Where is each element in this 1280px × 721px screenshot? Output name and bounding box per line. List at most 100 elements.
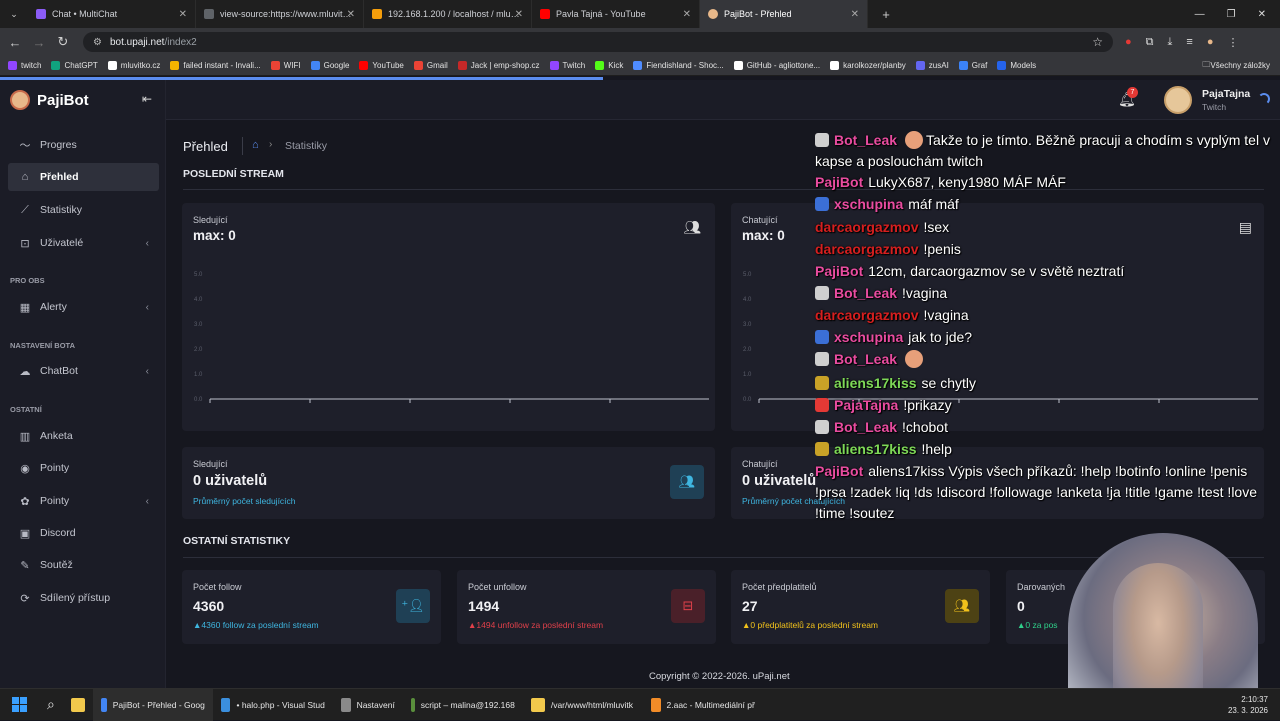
- bookmark-item[interactable]: ChatGPT: [51, 61, 98, 70]
- clock-date: 23. 3. 2026: [1227, 705, 1268, 715]
- taskbar-clock[interactable]: 2:10:37 23. 3. 2026: [1228, 694, 1280, 716]
- media-icon[interactable]: ≡: [1186, 36, 1192, 49]
- taskbar-app[interactable]: 2.aac - Multimediální př: [643, 689, 763, 721]
- bookmark-item[interactable]: YouTube: [359, 61, 404, 70]
- bookmark-favicon-icon: [310, 61, 320, 70]
- chat-badge-icon: [815, 330, 829, 344]
- bookmark-star-icon[interactable]: ☆: [1092, 35, 1103, 49]
- user-name[interactable]: PajaTajna: [1202, 88, 1250, 100]
- bookmark-favicon-icon: [51, 61, 61, 70]
- brand[interactable]: PajiBot: [10, 90, 89, 110]
- bookmark-item[interactable]: Gmail: [413, 61, 448, 70]
- chat-badge-icon: [815, 286, 829, 300]
- tab-youtube[interactable]: Pavla Tajná - YouTube ✕: [532, 0, 700, 28]
- clock-time: 2:10:37: [1241, 694, 1268, 704]
- other-stats-heading: OSTATNÍ STATISTIKY: [183, 535, 291, 547]
- stat-value: 4360: [193, 598, 225, 614]
- chat-badge-icon: [815, 352, 829, 366]
- extension-red-icon[interactable]: ●: [1125, 36, 1132, 49]
- sidebar-item-pointy-2[interactable]: ✿ Pointy ‹: [8, 487, 159, 515]
- maximize-icon[interactable]: ❐: [1227, 9, 1236, 20]
- alert-icon: ▦: [19, 301, 31, 314]
- download-icon[interactable]: ⤓: [1168, 36, 1173, 49]
- sidebar: PajiBot ⇤ 〜 Progres ⌂ Přehled ⟋ Statistiky …: [0, 80, 166, 688]
- taskbar-app[interactable]: • halo.php - Visual Stud: [213, 689, 333, 721]
- chat-message: xschupina máf máf: [815, 194, 1270, 215]
- chat-message: Bot_Leak: [815, 349, 1270, 370]
- sidebar-item-sdileny-pristup[interactable]: ⟳ Sdílený přístup: [8, 584, 159, 612]
- sidebar-item-soutez[interactable]: ✎ Soutěž: [8, 551, 159, 579]
- profile-avatar[interactable]: ●: [1207, 36, 1214, 49]
- forward-icon[interactable]: →: [27, 35, 51, 50]
- minimize-icon[interactable]: —: [1195, 9, 1205, 20]
- url-input[interactable]: ⚙ bot.upaji.net/index2 ☆: [83, 32, 1113, 52]
- bookmark-item[interactable]: Jack | emp-shop.cz: [457, 61, 540, 70]
- tab-multichat[interactable]: Chat • MultiChat ✕: [28, 0, 196, 28]
- emote-icon: [905, 350, 924, 368]
- sidebar-item-pointy[interactable]: ◉ Pointy: [8, 454, 159, 482]
- page-icon: [204, 9, 214, 19]
- bookmark-item[interactable]: twitch: [8, 61, 41, 70]
- back-icon[interactable]: ←: [3, 35, 27, 50]
- bookmark-item[interactable]: failed instant - Invali...: [170, 61, 261, 70]
- close-icon[interactable]: ✕: [851, 9, 859, 20]
- bookmark-item[interactable]: Google: [310, 61, 349, 70]
- breadcrumb-home-icon[interactable]: ⌂: [252, 139, 259, 151]
- close-icon[interactable]: ✕: [683, 9, 691, 20]
- bookmark-item[interactable]: GitHub - agliottone...: [733, 61, 820, 70]
- y-tick-label: 1.0: [743, 372, 752, 378]
- y-tick-label: 0.0: [194, 397, 203, 403]
- search-icon[interactable]: ⌕: [39, 689, 63, 721]
- sidebar-item-anketa[interactable]: ▥ Anketa: [8, 422, 159, 450]
- extensions-icon[interactable]: ⧉: [1146, 36, 1154, 49]
- bookmark-favicon-icon: [413, 61, 423, 70]
- tab-search-icon[interactable]: ⌄: [0, 9, 28, 20]
- site-info-icon[interactable]: ⚙: [93, 37, 102, 48]
- tab-pajibot[interactable]: PajiBot - Přehled ✕: [700, 0, 868, 28]
- start-icon[interactable]: [0, 689, 39, 721]
- bookmark-item[interactable]: mluvitko.cz: [107, 61, 160, 70]
- close-window-icon[interactable]: ✕: [1258, 9, 1266, 20]
- bookmark-item[interactable]: karolkozer/planby: [830, 61, 906, 70]
- file-explorer-icon[interactable]: [63, 689, 93, 721]
- bookmark-item[interactable]: zusAI: [915, 61, 949, 70]
- bookmark-item[interactable]: Graf: [958, 61, 987, 70]
- sidebar-item-uzivatele[interactable]: ⊡ Uživatelé ‹: [8, 229, 159, 257]
- close-icon[interactable]: ✕: [347, 9, 355, 20]
- bookmark-item[interactable]: WIFI: [270, 61, 301, 70]
- tab-view-source[interactable]: view-source:https://www.mluvit… ✕: [196, 0, 364, 28]
- taskbar-app[interactable]: PajiBot - Přehled - Goog: [92, 688, 213, 721]
- sidebar-item-chatbot[interactable]: ☁ ChatBot ‹: [8, 357, 159, 385]
- close-icon[interactable]: ✕: [515, 9, 523, 20]
- bookmark-favicon-icon: [549, 61, 559, 70]
- y-tick-label: 5.0: [743, 272, 752, 278]
- sidebar-item-progres[interactable]: 〜 Progres: [8, 131, 159, 159]
- chat-text: !chobot: [902, 419, 948, 435]
- sidebar-item-discord[interactable]: ▣ Discord: [8, 519, 159, 547]
- phpmyadmin-icon: [372, 9, 382, 19]
- app-header: 🔔︎ 7 PajaTajna Twitch: [166, 80, 1280, 120]
- user-avatar[interactable]: [1164, 86, 1192, 114]
- taskbar-app[interactable]: Nastavení: [333, 689, 403, 721]
- chat-message: aliens17kiss se chytly: [815, 373, 1270, 394]
- sidebar-item-prehled[interactable]: ⌂ Přehled: [8, 163, 159, 191]
- bookmark-item[interactable]: Twitch: [549, 61, 585, 70]
- footer-copyright: Copyright © 2022-2026. uPaji.net: [649, 671, 790, 682]
- tab-phpmyadmin[interactable]: 192.168.1.200 / localhost / mlu… ✕: [364, 0, 532, 28]
- chat-message: Bot_Leak Takže to je tímto. Běžně pracuji…: [815, 130, 1270, 172]
- bookmark-item[interactable]: Kick: [595, 61, 623, 70]
- taskbar-app[interactable]: script – malina@192.168: [403, 689, 523, 721]
- close-icon[interactable]: ✕: [179, 9, 187, 20]
- all-bookmarks[interactable]: 🗀︎ Všechny záložky: [1202, 59, 1270, 73]
- collapse-sidebar-icon[interactable]: ⇤: [142, 92, 152, 106]
- new-tab-icon[interactable]: +: [874, 7, 898, 22]
- sidebar-item-statistiky[interactable]: ⟋ Statistiky: [8, 196, 159, 224]
- bookmark-item[interactable]: Fiendishland - Shoc...: [633, 61, 724, 70]
- menu-icon[interactable]: ⋮: [1227, 36, 1238, 49]
- users-icon: 👥︎: [670, 465, 704, 499]
- bookmark-item[interactable]: Models: [997, 61, 1036, 70]
- stat-sub: ▲1494 unfollow za poslední stream: [468, 620, 604, 630]
- sidebar-item-alerty[interactable]: ▦ Alerty ‹: [8, 293, 159, 321]
- taskbar-app[interactable]: /var/www/html/mluvitk: [523, 689, 643, 721]
- reload-icon[interactable]: ↻: [51, 34, 75, 50]
